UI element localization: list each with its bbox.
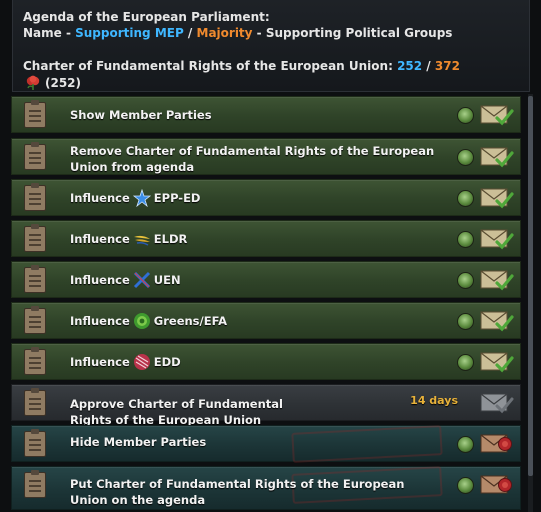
charter-majority-count: 372 (434, 59, 460, 73)
influence-greens-efa-button[interactable]: Influence Greens/EFA (11, 302, 521, 339)
status-dot-icon (457, 313, 474, 330)
agenda-header: Agenda of the European Parliament: Name … (12, 0, 530, 92)
clipboard-icon (24, 224, 46, 252)
clipboard-icon (24, 265, 46, 293)
clipboard-icon (24, 388, 46, 416)
envelope-check-icon (480, 105, 514, 126)
agenda-legend: Name - Supporting MEP / Majority - Suppo… (23, 25, 519, 41)
show-member-parties-button[interactable]: Show Member Parties (11, 96, 521, 133)
party-name: UEN (153, 273, 181, 287)
status-dot-icon (457, 436, 474, 453)
remove-charter-from-agenda-button[interactable]: Remove Charter of Fundamental Rights of … (11, 138, 521, 175)
row-label-line1: Put Charter of Fundamental Rights of the… (70, 477, 405, 491)
status-dot-icon (457, 272, 474, 289)
row-label: Hide Member Parties (70, 435, 207, 449)
rose-count: (252) (45, 76, 82, 90)
legend-mep: Supporting MEP (75, 26, 184, 40)
influence-label: Influence (70, 273, 130, 287)
influence-label: Influence (70, 191, 130, 205)
row-label: Influence EDD (70, 353, 181, 371)
row-label: Show Member Parties (70, 108, 212, 122)
legend-name: Name - (23, 26, 76, 40)
eldr-wings-icon (133, 235, 150, 246)
influence-edd-button[interactable]: Influence EDD (11, 343, 521, 380)
scrollbar-thumb[interactable] (528, 96, 533, 476)
envelope-red-seal-icon (480, 434, 512, 453)
clipboard-icon (24, 142, 46, 170)
clipboard-icon (24, 429, 46, 457)
clipboard-icon (24, 347, 46, 375)
row-label-line2: Union on the agenda (70, 493, 206, 507)
pes-rose-icon (26, 75, 40, 90)
charter-slash: / (422, 59, 435, 73)
envelope-check-icon (480, 270, 514, 291)
greens-sunflower-icon (133, 313, 150, 329)
status-dot-icon (457, 354, 474, 371)
stamp-watermark (291, 425, 443, 463)
approve-charter-button[interactable]: Approve Charter of Fundamental Rights of… (11, 384, 521, 427)
clipboard-icon (24, 100, 46, 128)
party-name: EPP-ED (153, 191, 201, 205)
envelope-check-icon (480, 311, 514, 332)
envelope-check-icon (480, 352, 514, 373)
status-dot-icon (457, 149, 474, 166)
clipboard-icon (24, 306, 46, 334)
row-label: Put Charter of Fundamental Rights of the… (70, 476, 404, 508)
legend-rest: - Supporting Political Groups (252, 26, 453, 40)
envelope-check-icon (480, 147, 514, 168)
agenda-action-list[interactable]: Show Member Parties Remove Charter of Fu… (8, 94, 533, 512)
charter-mep-count: 252 (397, 59, 423, 73)
rose-support-line: (252) (23, 75, 519, 91)
legend-majority: Majority (196, 26, 253, 40)
row-label: Approve Charter of Fundamental Rights of… (70, 396, 283, 428)
legend-sep: / (183, 26, 197, 40)
charter-support-line: Charter of Fundamental Rights of the Eur… (23, 58, 519, 74)
row-label: Remove Charter of Fundamental Rights of … (70, 143, 434, 175)
uen-cross-icon (133, 271, 150, 289)
party-name: Greens/EFA (153, 314, 228, 328)
party-name: EDD (153, 355, 181, 369)
put-charter-on-agenda-button[interactable]: Put Charter of Fundamental Rights of the… (11, 466, 521, 510)
influence-label: Influence (70, 355, 130, 369)
envelope-check-icon (480, 188, 514, 209)
row-label-line1: Remove Charter of Fundamental Rights of … (70, 144, 435, 158)
influence-uen-button[interactable]: Influence UEN (11, 261, 521, 298)
status-dot-icon (457, 107, 474, 124)
party-name: ELDR (153, 232, 188, 246)
envelope-check-icon (480, 229, 514, 250)
envelope-red-seal-icon (480, 475, 512, 494)
status-dot-icon (457, 477, 474, 494)
agenda-title: Agenda of the European Parliament: (23, 10, 270, 24)
influence-epp-ed-button[interactable]: Influence EPP-ED (11, 179, 521, 216)
row-label-line2: Union from agenda (70, 160, 195, 174)
edd-pattern-icon (133, 354, 150, 370)
clipboard-icon (24, 183, 46, 211)
row-label: Influence EPP-ED (70, 189, 200, 207)
charter-label: Charter of Fundamental Rights of the Eur… (23, 59, 398, 73)
row-label: Influence UEN (70, 271, 181, 289)
envelope-grey-icon (480, 393, 514, 414)
row-label: Influence Greens/EFA (70, 312, 227, 330)
influence-eldr-button[interactable]: Influence ELDR (11, 220, 521, 257)
influence-label: Influence (70, 314, 130, 328)
hide-member-parties-button[interactable]: Hide Member Parties (11, 425, 521, 463)
epp-star-icon (132, 189, 151, 207)
clipboard-icon (24, 470, 46, 498)
row-label-line1: Approve Charter of Fundamental (70, 397, 283, 411)
days-remaining: 14 days (410, 394, 458, 407)
influence-label: Influence (70, 232, 130, 246)
list-scrollbar[interactable] (528, 94, 533, 512)
status-dot-icon (457, 231, 474, 248)
row-label: Influence ELDR (70, 230, 187, 248)
status-dot-icon (457, 190, 474, 207)
